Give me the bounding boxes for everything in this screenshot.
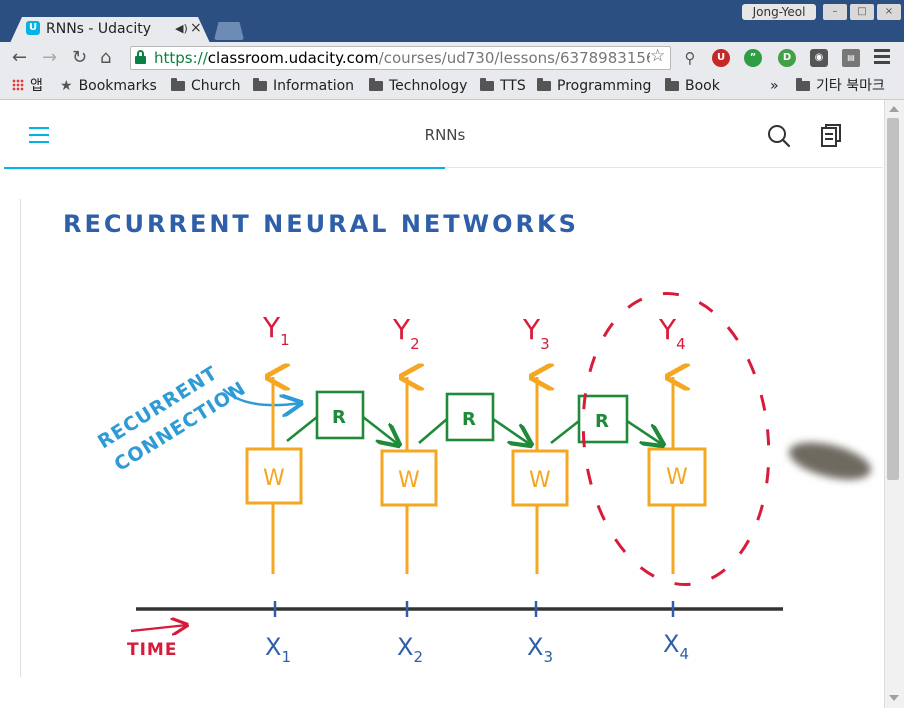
lesson-video[interactable]: RECURRENT NEURAL NETWORKS RECURRENT CONN… bbox=[20, 199, 869, 677]
search-extension-icon[interactable]: ⚲ bbox=[681, 49, 699, 67]
new-tab-button[interactable] bbox=[214, 22, 244, 40]
recurrent-in-3 bbox=[550, 419, 580, 445]
close-window-button[interactable]: × bbox=[877, 4, 901, 20]
profile-button[interactable]: Jong-Yeol bbox=[742, 4, 816, 20]
folder-icon bbox=[253, 78, 267, 91]
recurrent-label-2: R bbox=[462, 409, 476, 430]
folder-icon bbox=[537, 78, 551, 91]
scrollbar-thumb[interactable] bbox=[887, 118, 899, 480]
id-extension-icon[interactable]: D bbox=[778, 49, 796, 67]
bookmark-star-icon[interactable]: ☆ bbox=[650, 46, 665, 66]
rnn-diagram: RECURRENT NEURAL NETWORKS RECURRENT CONN… bbox=[63, 210, 783, 666]
presenter-hand bbox=[789, 442, 871, 480]
hamburger-menu-icon[interactable] bbox=[29, 127, 49, 143]
time-label: TIME bbox=[127, 640, 177, 660]
folder-icon bbox=[665, 78, 679, 91]
quote-extension-icon[interactable]: ” bbox=[744, 49, 762, 67]
audio-playing-icon[interactable]: ◀) bbox=[175, 22, 188, 35]
tab-title: RNNs - Udacity bbox=[46, 21, 151, 37]
recurrent-label-3: R bbox=[595, 411, 609, 432]
output-y2: Y2 bbox=[392, 313, 420, 353]
weight-label-2: W bbox=[398, 468, 420, 493]
ublock-extension-icon[interactable]: U bbox=[712, 49, 730, 67]
recurrent-label-1: R bbox=[332, 407, 346, 428]
input-x4: X4 bbox=[663, 630, 689, 663]
camera-extension-icon[interactable]: ◉ bbox=[810, 49, 828, 67]
notes-icon[interactable] bbox=[819, 123, 843, 149]
weight-label-3: W bbox=[529, 468, 551, 493]
tab-close-icon[interactable]: × bbox=[190, 20, 202, 36]
bookmarks-overflow-chevron[interactable]: » bbox=[770, 77, 779, 95]
search-icon[interactable] bbox=[767, 124, 791, 148]
recurrent-out-1 bbox=[362, 415, 399, 445]
reload-icon[interactable]: ↻ bbox=[72, 48, 87, 68]
bookmark-book[interactable]: Book bbox=[665, 77, 720, 95]
apps-grid-icon bbox=[12, 79, 24, 91]
star-icon: ★ bbox=[60, 78, 73, 94]
apps-shortcut[interactable]: 앱 bbox=[12, 77, 43, 95]
output-y4: Y4 bbox=[658, 313, 686, 353]
output-y3: Y3 bbox=[522, 313, 550, 353]
forward-arrow-icon[interactable]: → bbox=[42, 48, 57, 68]
page-footer-area bbox=[4, 677, 884, 708]
browser-window: U RNNs - Udacity ◀) × Jong-Yeol – □ × ← … bbox=[0, 0, 904, 708]
input-x3: X3 bbox=[527, 633, 553, 666]
bookmark-programming[interactable]: Programming bbox=[537, 77, 651, 95]
weight-label-1: W bbox=[263, 466, 285, 491]
recurrent-in-1 bbox=[286, 415, 318, 443]
back-arrow-icon[interactable]: ← bbox=[12, 48, 27, 68]
folder-icon bbox=[796, 78, 810, 91]
recurrent-out-2 bbox=[492, 417, 531, 445]
scroll-up-arrow-icon[interactable] bbox=[889, 106, 899, 112]
input-x2: X2 bbox=[397, 633, 423, 666]
diagram-heading: RECURRENT NEURAL NETWORKS bbox=[63, 210, 579, 238]
weight-label-4: W bbox=[666, 465, 688, 490]
bookmark-information[interactable]: Information bbox=[253, 77, 354, 95]
scroll-down-arrow-icon[interactable] bbox=[889, 695, 899, 701]
recurrent-out-3 bbox=[626, 419, 663, 445]
bookmark-tts[interactable]: TTS bbox=[480, 77, 526, 95]
recurrent-in-2 bbox=[418, 418, 448, 444]
screen-extension-icon[interactable]: ▤ bbox=[842, 49, 860, 67]
folder-icon bbox=[480, 78, 494, 91]
bookmark-bookmarks[interactable]: ★ Bookmarks bbox=[60, 77, 157, 95]
page-title: RNNs bbox=[424, 126, 466, 144]
lock-icon bbox=[135, 50, 146, 64]
home-icon[interactable]: ⌂ bbox=[100, 48, 111, 68]
browser-menu-icon[interactable] bbox=[874, 49, 890, 65]
input-x1: X1 bbox=[265, 633, 291, 666]
maximize-button[interactable]: □ bbox=[850, 4, 874, 20]
lesson-progress-bar bbox=[4, 167, 445, 169]
folder-icon bbox=[369, 78, 383, 91]
output-y1: Y1 bbox=[262, 311, 290, 349]
time-arrow bbox=[130, 625, 187, 631]
udacity-favicon-icon: U bbox=[26, 21, 40, 35]
url-text[interactable]: https://classroom.udacity.com/courses/ud… bbox=[154, 49, 650, 67]
bookmark-technology[interactable]: Technology bbox=[369, 77, 467, 95]
minimize-button[interactable]: – bbox=[823, 4, 847, 20]
folder-icon bbox=[171, 78, 185, 91]
bookmark-church[interactable]: Church bbox=[171, 77, 241, 95]
bookmark-other[interactable]: 기타 북마크 bbox=[796, 77, 885, 95]
